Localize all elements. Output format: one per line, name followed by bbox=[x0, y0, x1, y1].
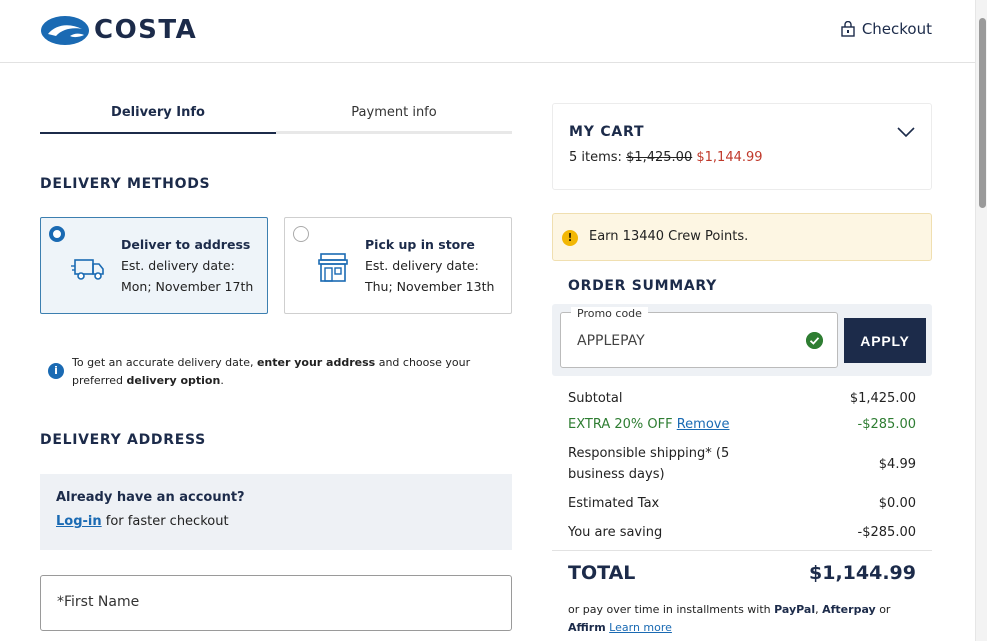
my-cart-title: MY CART bbox=[569, 124, 645, 140]
saving-label: You are saving bbox=[568, 525, 663, 540]
total-divider bbox=[552, 550, 932, 551]
costa-logo[interactable]: COSTA bbox=[40, 15, 197, 46]
pickup-est-date: Thu; November 13th bbox=[365, 279, 495, 294]
pickup-est-label: Est. delivery date: bbox=[365, 258, 479, 273]
promo-code-label: Promo code bbox=[571, 307, 648, 320]
tax-label: Estimated Tax bbox=[568, 496, 660, 511]
paypal-label: PayPal bbox=[774, 603, 816, 616]
promo-code-input[interactable]: Promo code APPLEPAY bbox=[560, 307, 838, 368]
login-link[interactable]: Log-in bbox=[56, 514, 102, 529]
subtotal-label: Subtotal bbox=[568, 390, 623, 406]
discount-label-group: EXTRA 20% OFF Remove bbox=[568, 417, 729, 432]
pickup-option-title: Pick up in store bbox=[365, 237, 475, 252]
info-note-text-3: . bbox=[220, 374, 224, 387]
account-login-box: Already have an account? Log-in for fast… bbox=[40, 474, 512, 550]
info-note-bold-2: delivery option bbox=[126, 374, 221, 387]
shipping-value: $4.99 bbox=[878, 456, 916, 472]
pickup-option-text: Pick up in store Est. delivery date: Thu… bbox=[365, 234, 494, 297]
cart-summary-line: 5 items: $1,425.00 $1,144.99 bbox=[569, 150, 915, 165]
page-scrollbar[interactable] bbox=[975, 0, 987, 641]
tab-payment-info[interactable]: Payment info bbox=[276, 103, 512, 134]
saving-value: -$285.00 bbox=[857, 525, 916, 540]
tax-value: $0.00 bbox=[878, 496, 916, 511]
truck-icon bbox=[71, 259, 104, 280]
checkout-label: Checkout bbox=[861, 20, 932, 38]
account-title: Already have an account? bbox=[56, 490, 245, 505]
delivery-methods-heading: DELIVERY METHODS bbox=[40, 176, 211, 192]
store-icon bbox=[318, 253, 348, 282]
installments-sep-2: or bbox=[875, 603, 891, 616]
site-header: COSTA Checkout bbox=[0, 0, 975, 63]
crew-points-banner: ! Earn 13440 Crew Points. bbox=[552, 213, 932, 261]
costa-wave-logo-icon bbox=[41, 16, 89, 45]
cart-sale-price: $1,144.99 bbox=[696, 150, 763, 165]
deliver-radio[interactable] bbox=[49, 226, 65, 242]
apply-promo-button[interactable]: APPLY bbox=[844, 318, 926, 363]
afterpay-label: Afterpay bbox=[822, 603, 876, 616]
check-circle-icon bbox=[806, 332, 823, 349]
tab-delivery-info[interactable]: Delivery Info bbox=[40, 103, 276, 134]
saving-row: You are saving -$285.00 bbox=[568, 518, 916, 547]
discount-label: EXTRA 20% OFF bbox=[568, 417, 673, 432]
affirm-label: Affirm bbox=[568, 621, 606, 634]
cart-items-count: 5 items: bbox=[569, 150, 627, 165]
info-icon: i bbox=[48, 363, 64, 379]
crew-points-text: Earn 13440 Crew Points. bbox=[589, 229, 749, 244]
deliver-option-text: Deliver to address Est. delivery date: M… bbox=[121, 234, 253, 297]
subtotal-row: Subtotal $1,425.00 bbox=[568, 386, 916, 410]
delivery-info-note: i To get an accurate delivery date, ente… bbox=[48, 354, 518, 390]
order-summary-rows: Subtotal $1,425.00 EXTRA 20% OFF Remove … bbox=[568, 386, 916, 547]
installments-note: or pay over time in installments with Pa… bbox=[568, 601, 918, 637]
my-cart-panel[interactable]: MY CART 5 items: $1,425.00 $1,144.99 bbox=[552, 103, 932, 190]
delivery-option-pickup[interactable]: Pick up in store Est. delivery date: Thu… bbox=[284, 217, 512, 314]
checkout-tabs: Delivery Info Payment info bbox=[40, 103, 512, 134]
brand-name: COSTA bbox=[94, 15, 198, 45]
pickup-radio[interactable] bbox=[293, 226, 309, 242]
learn-more-link[interactable]: Learn more bbox=[609, 621, 672, 634]
chevron-down-icon[interactable] bbox=[897, 126, 915, 138]
total-value: $1,144.99 bbox=[809, 562, 916, 584]
total-label: TOTAL bbox=[568, 562, 636, 584]
subtotal-value: $1,425.00 bbox=[849, 390, 916, 406]
tax-row: Estimated Tax $0.00 bbox=[568, 489, 916, 518]
first-name-field[interactable]: *First Name bbox=[40, 575, 512, 631]
lock-icon bbox=[841, 21, 855, 37]
discount-value: -$285.00 bbox=[857, 417, 916, 432]
promo-code-value: APPLEPAY bbox=[577, 333, 645, 349]
cart-original-price: $1,425.00 bbox=[626, 150, 693, 165]
checkout-link[interactable]: Checkout bbox=[841, 20, 932, 38]
promo-code-area: Promo code APPLEPAY APPLY bbox=[552, 304, 932, 376]
order-summary-heading: ORDER SUMMARY bbox=[568, 278, 717, 294]
discount-row: EXTRA 20% OFF Remove -$285.00 bbox=[568, 410, 916, 439]
shipping-label: Responsible shipping* (5 business days) bbox=[568, 446, 730, 482]
deliver-est-date: Mon; November 17th bbox=[121, 279, 254, 294]
delivery-option-deliver[interactable]: Deliver to address Est. delivery date: M… bbox=[40, 217, 268, 314]
shipping-row: Responsible shipping* (5 business days) … bbox=[568, 439, 916, 489]
deliver-option-title: Deliver to address bbox=[121, 237, 251, 252]
info-note-text-1: To get an accurate delivery date, bbox=[72, 356, 257, 369]
delivery-address-heading: DELIVERY ADDRESS bbox=[40, 432, 206, 448]
total-row: TOTAL $1,144.99 bbox=[568, 562, 916, 584]
info-note-bold-1: enter your address bbox=[256, 356, 376, 369]
scrollbar-thumb[interactable] bbox=[979, 18, 986, 208]
account-line: Log-in for faster checkout bbox=[56, 514, 496, 529]
exclamation-icon: ! bbox=[562, 230, 578, 246]
login-suffix: for faster checkout bbox=[101, 514, 229, 529]
installments-prefix: or pay over time in installments with bbox=[568, 603, 775, 616]
deliver-est-label: Est. delivery date: bbox=[121, 258, 235, 273]
remove-discount-link[interactable]: Remove bbox=[677, 417, 730, 432]
